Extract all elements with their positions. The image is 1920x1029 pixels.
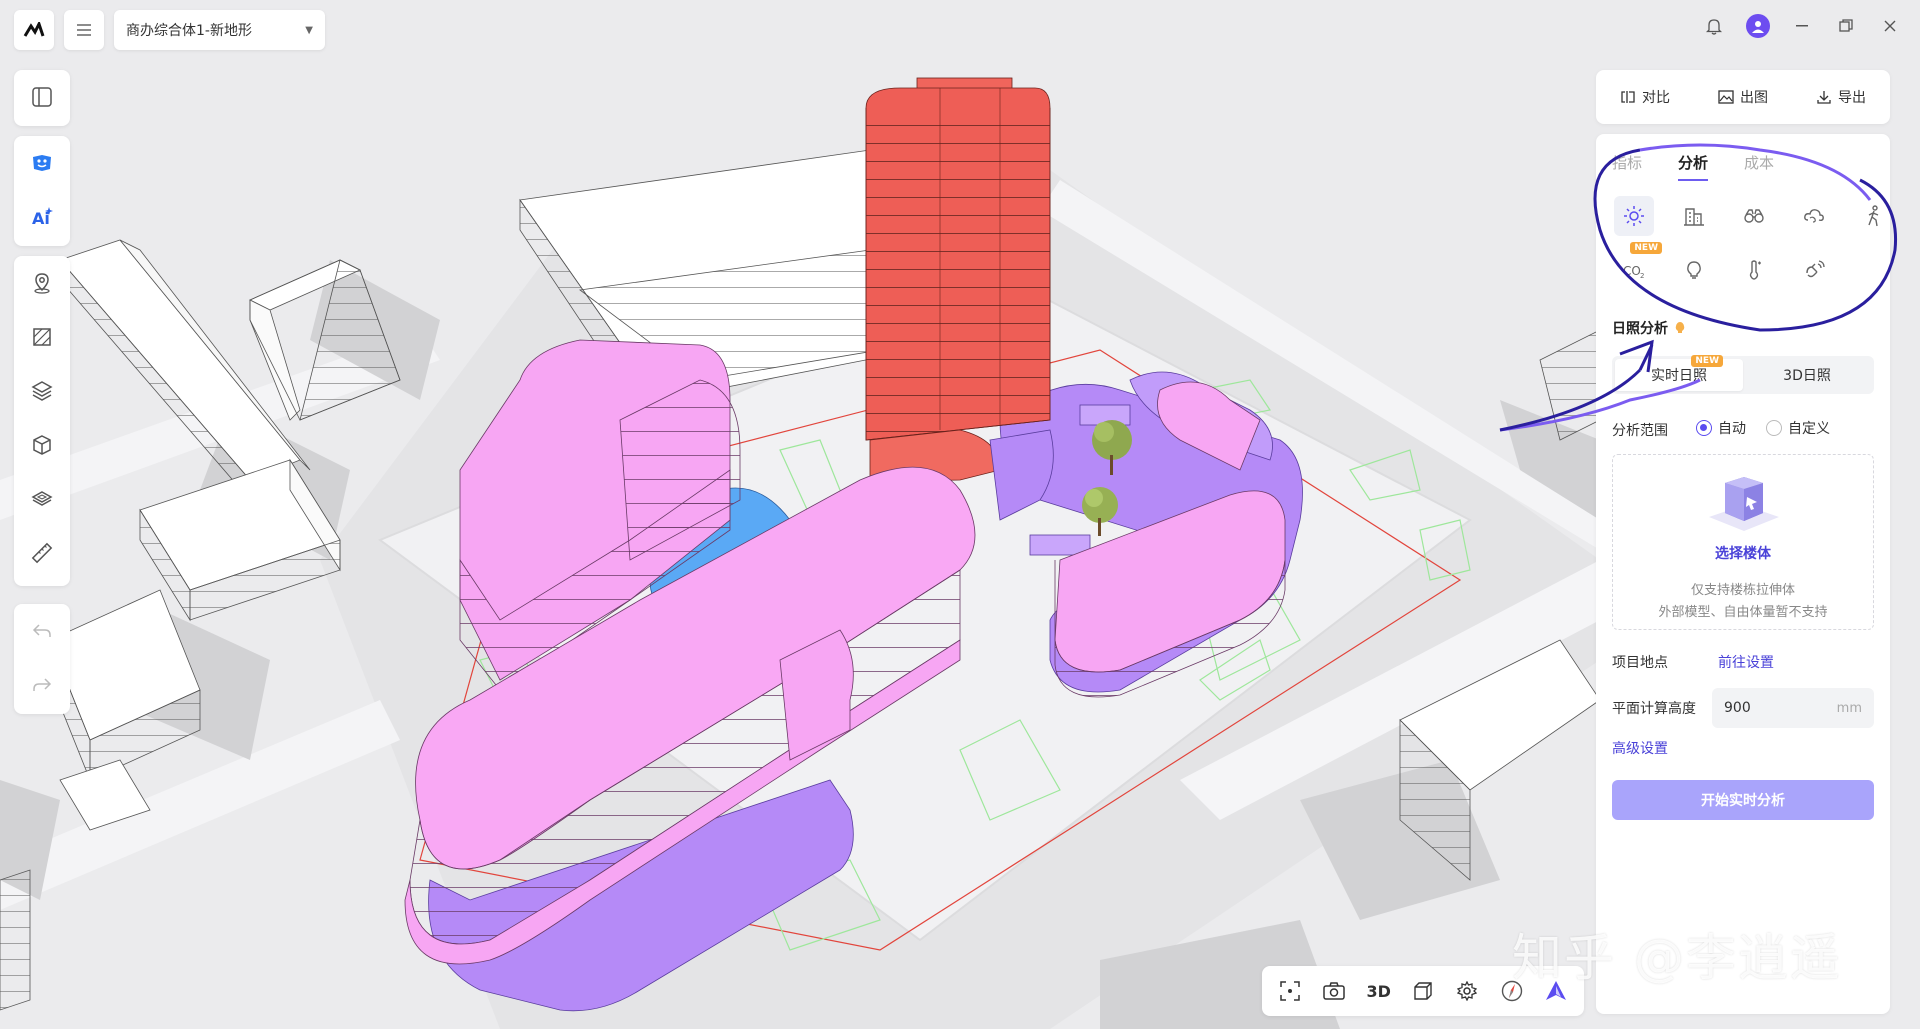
project-name: 商办综合体1-新地形	[126, 23, 252, 39]
location-pin-icon[interactable]	[14, 256, 70, 310]
section-title: 日照分析	[1612, 318, 1686, 338]
top-bar: 商办综合体1-新地形 ▼	[0, 0, 1920, 56]
ruler-icon[interactable]	[14, 526, 70, 580]
box-model-icon[interactable]	[14, 418, 70, 472]
compare-label: 对比	[1642, 90, 1670, 106]
render-image-button[interactable]: 出图	[1718, 87, 1768, 107]
analysis-panel: 指标 分析 成本 CO 2 NEW 日照分析 实时日照 NEW 3D日照 分析范…	[1596, 134, 1890, 1014]
section-title-text: 日照分析	[1612, 321, 1668, 337]
tab-metrics[interactable]: 指标	[1612, 152, 1642, 181]
select-hint-2: 外部模型、自由体量暂不支持	[1658, 605, 1828, 620]
wind-icon[interactable]	[1794, 196, 1834, 236]
watermark-text: 知乎 @李逍遥	[1512, 929, 1842, 987]
slab-icon[interactable]	[14, 472, 70, 526]
start-analysis-button[interactable]: 开始实时分析	[1612, 780, 1874, 820]
logo-icon[interactable]	[14, 10, 54, 50]
walking-person-icon[interactable]	[1854, 196, 1894, 236]
focus-icon[interactable]	[1272, 973, 1308, 1009]
sun-icon[interactable]	[1614, 196, 1654, 236]
left-toolbar-group-history	[14, 604, 70, 714]
new-badge: NEW	[1691, 355, 1723, 367]
radio-custom-label: 自定义	[1788, 421, 1830, 437]
chevron-down-icon: ▼	[305, 24, 313, 36]
right-panel-actions: 对比 出图 导出	[1596, 70, 1890, 124]
project-select[interactable]: 商办综合体1-新地形 ▼	[114, 10, 325, 50]
segment-realtime-sunlight[interactable]: 实时日照 NEW	[1615, 355, 1743, 391]
range-radio-group: 自动 自定义	[1696, 418, 1830, 438]
settings-icon[interactable]	[1449, 973, 1485, 1009]
segment-3d-sunlight[interactable]: 3D日照	[1743, 359, 1871, 391]
close-icon[interactable]	[1878, 14, 1902, 38]
tab-analysis[interactable]: 分析	[1678, 152, 1709, 181]
plane-height-value: 900	[1724, 700, 1751, 716]
radio-custom[interactable]: 自定义	[1766, 418, 1830, 438]
radio-auto-label: 自动	[1718, 421, 1746, 437]
render-image-label: 出图	[1740, 90, 1768, 106]
select-hint-1: 仅支持楼栋拉伸体	[1690, 583, 1795, 598]
select-cube-icon	[1709, 477, 1779, 531]
bulb-icon[interactable]	[1674, 250, 1714, 290]
ai-ideas-icon[interactable]	[14, 136, 70, 190]
left-toolbar-group-panel	[14, 70, 70, 126]
building-icon[interactable]	[1674, 196, 1714, 236]
height-label: 平面计算高度	[1612, 701, 1696, 717]
view-3d-toggle[interactable]: 3D	[1361, 973, 1397, 1009]
layers-icon[interactable]	[14, 364, 70, 418]
radio-dot-unchecked[interactable]	[1766, 420, 1782, 436]
sunlight-mode-segment: 实时日照 NEW 3D日照	[1612, 355, 1874, 394]
select-building-area[interactable]: 选择楼体 仅支持楼栋拉伸体 外部模型、自由体量暂不支持	[1612, 454, 1874, 630]
bell-icon[interactable]	[1702, 14, 1726, 38]
user-avatar[interactable]	[1746, 14, 1770, 38]
left-toolbar-group-tools	[14, 256, 70, 586]
radio-auto[interactable]: 自动	[1696, 418, 1746, 438]
advanced-settings-link[interactable]: 高级设置	[1612, 738, 1668, 758]
binoculars-icon[interactable]	[1734, 196, 1774, 236]
panel-tabs: 指标 分析 成本	[1612, 152, 1774, 181]
restore-icon[interactable]	[1834, 14, 1858, 38]
location-label: 项目地点	[1612, 655, 1668, 671]
export-label: 导出	[1838, 90, 1866, 106]
compare-icon	[1621, 91, 1635, 103]
plane-height-unit: mm	[1836, 700, 1862, 716]
window-controls	[1702, 14, 1902, 38]
hamburger-icon[interactable]	[64, 10, 104, 50]
svg-text:2: 2	[1640, 272, 1644, 280]
wave-hand-icon[interactable]	[1794, 250, 1834, 290]
undo-icon[interactable]	[14, 604, 70, 658]
redo-icon[interactable]	[14, 658, 70, 712]
range-label: 分析范围	[1612, 423, 1668, 439]
co2-icon[interactable]: CO 2 NEW	[1614, 242, 1662, 290]
radio-dot-checked[interactable]	[1696, 420, 1712, 436]
svg-text:Ai: Ai	[32, 209, 50, 228]
analysis-type-grid: CO 2 NEW	[1614, 196, 1882, 290]
plane-height-input[interactable]: 900 mm	[1712, 688, 1874, 728]
bulb-hint-icon[interactable]	[1674, 321, 1686, 335]
new-badge: NEW	[1630, 242, 1662, 254]
panel-toggle-icon[interactable]	[14, 70, 70, 124]
camera-icon[interactable]	[1316, 973, 1352, 1009]
left-toolbar-group-ai: Ai	[14, 136, 70, 246]
select-building-link[interactable]: 选择楼体	[1613, 543, 1873, 563]
export-button[interactable]: 导出	[1816, 87, 1866, 107]
download-icon	[1817, 91, 1831, 104]
tab-cost[interactable]: 成本	[1744, 152, 1774, 181]
hatch-area-icon[interactable]	[14, 310, 70, 364]
ai-generate-icon[interactable]: Ai	[14, 190, 70, 244]
image-export-icon	[1718, 90, 1734, 104]
minimize-icon[interactable]	[1790, 14, 1814, 38]
location-settings-link[interactable]: 前往设置	[1718, 652, 1774, 672]
compare-button[interactable]: 对比	[1620, 87, 1670, 107]
cube-view-icon[interactable]	[1405, 973, 1441, 1009]
segment-3d-label: 3D日照	[1783, 368, 1831, 384]
svg-text:CO: CO	[1623, 264, 1641, 278]
segment-realtime-label: 实时日照	[1651, 368, 1707, 384]
thermometer-icon[interactable]	[1734, 250, 1774, 290]
